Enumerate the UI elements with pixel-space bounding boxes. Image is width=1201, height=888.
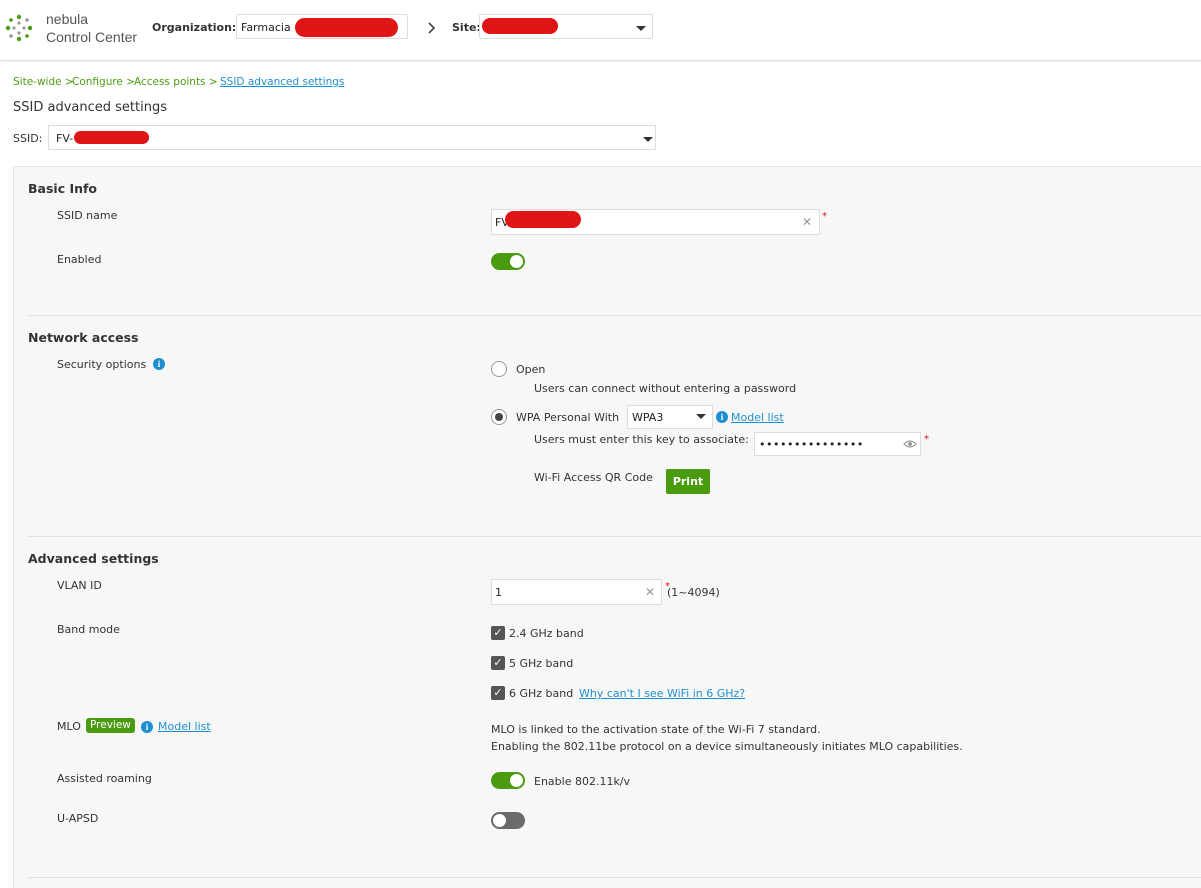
assisted-roaming-label: Assisted roaming xyxy=(57,772,152,785)
band-5-label: 5 GHz band xyxy=(509,657,574,670)
uapsd-toggle[interactable] xyxy=(491,812,525,829)
breadcrumb-configure[interactable]: Configure > xyxy=(72,76,135,88)
info-icon[interactable]: i xyxy=(716,411,728,423)
redaction-mark xyxy=(295,18,398,37)
section-title-advanced-settings: Advanced settings xyxy=(28,551,159,566)
enabled-toggle[interactable] xyxy=(491,253,525,270)
redaction-mark xyxy=(482,18,558,34)
mlo-description-line-2: Enabling the 802.11be protocol on a devi… xyxy=(491,740,963,753)
ssid-name-label: SSID name xyxy=(57,209,118,222)
key-label: Users must enter this key to associate: xyxy=(534,433,749,446)
redaction-mark xyxy=(74,131,149,144)
key-value: ••••••••••••••• xyxy=(759,438,864,451)
organization-label: Organization: xyxy=(152,21,237,34)
band-5-checkbox[interactable]: ✓ xyxy=(491,656,505,670)
section-divider xyxy=(28,536,1201,537)
band-24-checkbox[interactable]: ✓ xyxy=(491,626,505,640)
chevron-down-icon xyxy=(643,137,653,142)
band-24-label: 2.4 GHz band xyxy=(509,627,584,640)
chevron-down-icon xyxy=(696,414,706,419)
eye-icon[interactable] xyxy=(903,439,917,449)
site-label: Site: xyxy=(452,21,481,34)
mlo-label: MLO xyxy=(57,720,81,733)
security-wpa-label: WPA Personal With xyxy=(516,411,620,424)
security-open-label: Open xyxy=(516,363,546,376)
security-wpa-radio[interactable] xyxy=(491,409,507,425)
section-divider xyxy=(28,877,1201,878)
page-title: SSID advanced settings xyxy=(13,100,167,115)
breadcrumb-site-wide[interactable]: Site-wide > xyxy=(13,76,74,88)
vlan-id-range: (1~4094) xyxy=(667,586,720,599)
vlan-id-value: 1 xyxy=(495,586,502,599)
clear-icon[interactable]: ✕ xyxy=(802,215,812,229)
vlan-id-label: VLAN ID xyxy=(57,579,102,592)
top-header: nebula Control Center Organization: Farm… xyxy=(0,0,1201,61)
qr-code-label: Wi-Fi Access QR Code xyxy=(534,471,653,484)
preview-badge: Preview xyxy=(86,718,135,733)
wpa-version-value: WPA3 xyxy=(632,411,664,424)
print-button[interactable]: Print xyxy=(666,469,710,494)
required-marker: * xyxy=(822,211,827,222)
mlo-description-line-1: MLO is linked to the activation state of… xyxy=(491,723,821,736)
section-divider xyxy=(28,315,1201,316)
info-icon[interactable]: i xyxy=(141,721,153,733)
security-open-description: Users can connect without entering a pas… xyxy=(534,382,797,395)
breadcrumb-access-points[interactable]: Access points > xyxy=(134,76,218,88)
enabled-label: Enabled xyxy=(57,253,102,266)
brand-line-2: Control Center xyxy=(46,29,138,45)
assisted-roaming-toggle[interactable] xyxy=(491,772,525,789)
nebula-logo-icon xyxy=(5,14,33,42)
ssid-selector-label: SSID: xyxy=(13,132,43,145)
chevron-right-icon xyxy=(428,22,436,34)
model-list-link[interactable]: Model list xyxy=(731,411,784,424)
brand-line-1: nebula xyxy=(46,11,89,27)
security-open-radio[interactable] xyxy=(491,361,507,377)
band-mode-label: Band mode xyxy=(57,623,120,636)
required-marker: * xyxy=(924,434,929,445)
chevron-down-icon xyxy=(636,26,646,31)
clear-icon[interactable]: ✕ xyxy=(645,585,655,599)
organization-value: Farmacia xyxy=(241,21,291,34)
band-6-checkbox[interactable]: ✓ xyxy=(491,686,505,700)
section-title-basic-info: Basic Info xyxy=(28,181,98,196)
redaction-mark xyxy=(505,211,581,228)
brand-name: nebula Control Center xyxy=(46,10,137,46)
mlo-model-list-link[interactable]: Model list xyxy=(158,720,211,733)
breadcrumb-current[interactable]: SSID advanced settings xyxy=(220,76,344,88)
ssid-selector-value: FV- xyxy=(56,132,74,145)
section-title-network-access: Network access xyxy=(28,330,139,345)
band-6-help-link[interactable]: Why can't I see WiFi in 6 GHz? xyxy=(579,687,745,700)
security-options-label: Security options xyxy=(57,358,147,371)
uapsd-label: U-APSD xyxy=(57,812,99,825)
vlan-id-input[interactable] xyxy=(491,579,662,605)
assisted-roaming-value: Enable 802.11k/v xyxy=(534,775,631,788)
band-6-label: 6 GHz band xyxy=(509,687,574,700)
info-icon[interactable]: i xyxy=(153,358,165,370)
